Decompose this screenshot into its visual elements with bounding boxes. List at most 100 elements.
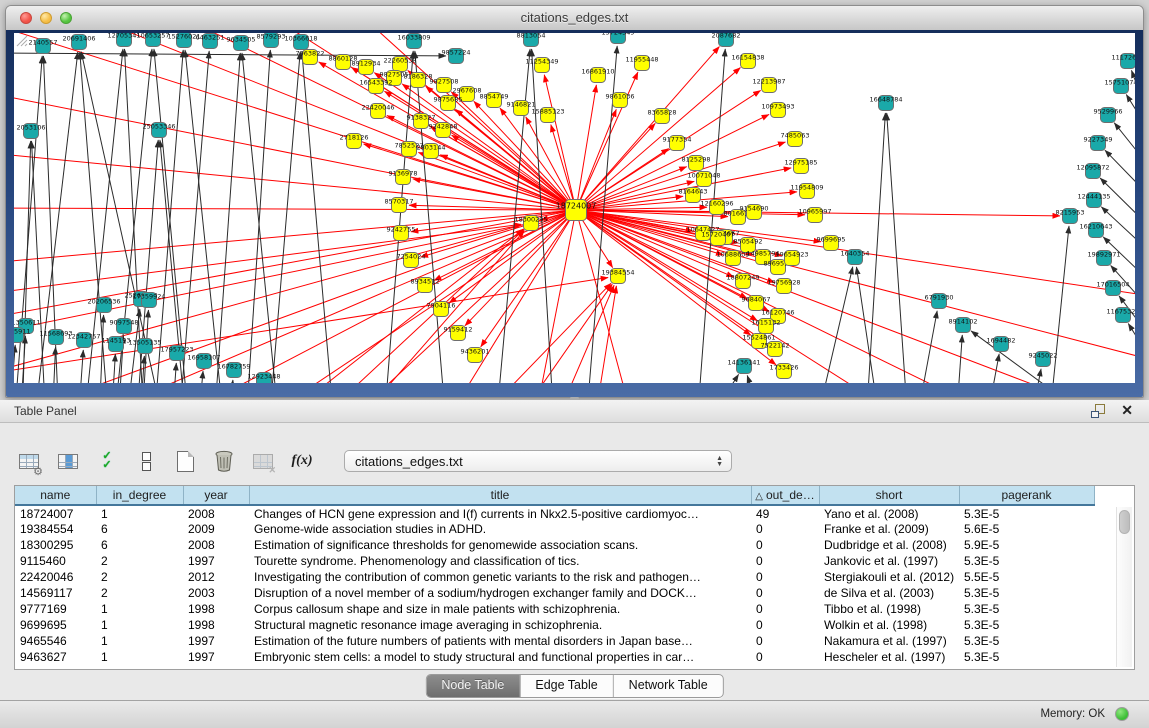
- cell-out-degree[interactable]: 0: [751, 649, 819, 665]
- table-settings-button[interactable]: ⚙: [16, 448, 42, 474]
- cell-short[interactable]: Jankovic et al. (1997): [819, 553, 959, 569]
- cell-pagerank[interactable]: 5.3E-5: [959, 585, 1094, 601]
- cell-in-degree[interactable]: 1: [96, 649, 183, 665]
- column-header-out-degree[interactable]: △out_de…: [751, 486, 819, 505]
- graph-edge[interactable]: [254, 210, 576, 383]
- table-row[interactable]: 19384554 6 2009 Genome-wide association …: [15, 521, 1094, 537]
- cell-title[interactable]: Disruption of a novel member of a sodium…: [249, 585, 751, 601]
- graph-edge[interactable]: [172, 363, 176, 383]
- graph-edge[interactable]: [384, 51, 413, 383]
- table-row[interactable]: 18300295 6 2008 Estimation of significan…: [15, 537, 1094, 553]
- cell-short[interactable]: Stergiakouli et al. (2012): [819, 569, 959, 585]
- cell-pagerank[interactable]: 5.3E-5: [959, 633, 1094, 649]
- graph-edge[interactable]: [228, 380, 233, 383]
- table-row[interactable]: 9465546 1 1997 Estimation of the future …: [15, 633, 1094, 649]
- graph-edge[interactable]: [20, 336, 25, 383]
- graph-edge[interactable]: [1119, 296, 1135, 355]
- cell-title[interactable]: Changes of HCN gene expression and I(f) …: [249, 505, 751, 521]
- graph-edge[interactable]: [1126, 94, 1135, 155]
- cell-pagerank[interactable]: 5.3E-5: [959, 617, 1094, 633]
- cell-title[interactable]: Structural magnetic resonance image aver…: [249, 617, 751, 633]
- cell-year[interactable]: 1998: [183, 617, 249, 633]
- column-header-short[interactable]: short: [819, 486, 959, 505]
- graph-edge[interactable]: [269, 52, 300, 383]
- graph-edge[interactable]: [747, 375, 764, 383]
- close-panel-icon[interactable]: ✕: [1121, 402, 1133, 419]
- graph-edge[interactable]: [1114, 123, 1135, 185]
- graph-edge[interactable]: [986, 354, 999, 383]
- table-row[interactable]: 9115460 2 1997 Tourette syndrome. Phenom…: [15, 553, 1094, 569]
- graph-edge[interactable]: [887, 113, 908, 383]
- cell-in-degree[interactable]: 1: [96, 633, 183, 649]
- cell-title[interactable]: Corpus callosum shape and size in male p…: [249, 601, 751, 617]
- graph-edge[interactable]: [302, 52, 334, 383]
- select-all-columns-button[interactable]: ✓✓: [94, 448, 120, 474]
- cell-pagerank[interactable]: 5.6E-5: [959, 521, 1094, 537]
- cell-title[interactable]: Tourette syndrome. Phenomenology and cla…: [249, 553, 751, 569]
- cell-in-degree[interactable]: 2: [96, 585, 183, 601]
- cell-name[interactable]: 9465546: [15, 633, 96, 649]
- cell-out-degree[interactable]: 0: [751, 585, 819, 601]
- cell-year[interactable]: 2012: [183, 569, 249, 585]
- vertical-scrollbar-track[interactable]: [1116, 507, 1132, 667]
- cell-title[interactable]: Genome-wide association studies in ADHD.: [249, 521, 751, 537]
- cell-in-degree[interactable]: 1: [96, 505, 183, 521]
- cell-year[interactable]: 1998: [183, 601, 249, 617]
- graph-edge[interactable]: [179, 51, 209, 383]
- cell-year[interactable]: 2008: [183, 505, 249, 521]
- table-row[interactable]: 9699695 1 1998 Structural magnetic reson…: [15, 617, 1094, 633]
- graph-edge[interactable]: [387, 115, 576, 210]
- graph-edge[interactable]: [1128, 323, 1135, 381]
- graph-edge[interactable]: [14, 208, 576, 210]
- cell-title[interactable]: Estimation of the future numbers of pati…: [249, 633, 751, 649]
- cell-name[interactable]: 9463627: [15, 649, 96, 665]
- graph-edge[interactable]: [214, 53, 240, 383]
- tab-edge-table[interactable]: Edge Table: [520, 675, 613, 697]
- cell-pagerank[interactable]: 5.5E-5: [959, 569, 1094, 585]
- cell-title[interactable]: Investigating the contribution of common…: [249, 569, 751, 585]
- float-panel-icon[interactable]: [1090, 403, 1107, 419]
- show-columns-button[interactable]: [55, 448, 81, 474]
- cell-year[interactable]: 1997: [183, 649, 249, 665]
- function-builder-button[interactable]: f(x): [289, 448, 315, 474]
- graph-edge[interactable]: [816, 267, 853, 383]
- cell-name[interactable]: 22420046: [15, 569, 96, 585]
- table-row[interactable]: 9463627 1 1997 Embryonic stem cells: a m…: [15, 649, 1094, 665]
- tab-node-table[interactable]: Node Table: [426, 675, 520, 697]
- graph-edge[interactable]: [14, 224, 521, 293]
- cell-short[interactable]: Franke et al. (2009): [819, 521, 959, 537]
- graph-edge[interactable]: [14, 53, 446, 56]
- cell-out-degree[interactable]: 0: [751, 633, 819, 649]
- graph-edge[interactable]: [198, 371, 203, 383]
- cell-in-degree[interactable]: 6: [96, 521, 183, 537]
- cell-in-degree[interactable]: 6: [96, 537, 183, 553]
- cell-out-degree[interactable]: 0: [751, 617, 819, 633]
- graph-edge[interactable]: [185, 50, 224, 383]
- cell-in-degree[interactable]: 1: [96, 617, 183, 633]
- delete-table-button[interactable]: [211, 448, 237, 474]
- cell-name[interactable]: 14569117: [15, 585, 96, 601]
- graph-edge[interactable]: [554, 285, 614, 383]
- graph-edge[interactable]: [706, 374, 739, 383]
- cell-pagerank[interactable]: 5.3E-5: [959, 649, 1094, 665]
- citation-network-graph[interactable]: 1872400779638228860128891293422260538982…: [14, 33, 1135, 383]
- cell-out-degree[interactable]: 0: [751, 553, 819, 569]
- cell-year[interactable]: 2009: [183, 521, 249, 537]
- graph-edge[interactable]: [154, 49, 189, 383]
- cell-in-degree[interactable]: 2: [96, 569, 183, 585]
- vertical-scrollbar-thumb[interactable]: [1119, 510, 1130, 534]
- cell-name[interactable]: 9699695: [15, 617, 96, 633]
- table-row[interactable]: 22420046 2 2012 Investigating the contri…: [15, 569, 1094, 585]
- tab-network-table[interactable]: Network Table: [614, 675, 723, 697]
- table-selector[interactable]: citations_edges.txt ▲▼: [344, 450, 732, 472]
- graph-edge[interactable]: [78, 350, 83, 383]
- cell-out-degree[interactable]: 0: [751, 601, 819, 617]
- column-header-name[interactable]: name: [15, 486, 96, 505]
- cell-name[interactable]: 9777169: [15, 601, 96, 617]
- graph-edge[interactable]: [14, 210, 576, 263]
- create-table-button[interactable]: [172, 448, 198, 474]
- cell-out-degree[interactable]: 49: [751, 505, 819, 521]
- cell-year[interactable]: 2008: [183, 537, 249, 553]
- graph-edge[interactable]: [1105, 150, 1135, 211]
- column-header-year[interactable]: year: [183, 486, 249, 505]
